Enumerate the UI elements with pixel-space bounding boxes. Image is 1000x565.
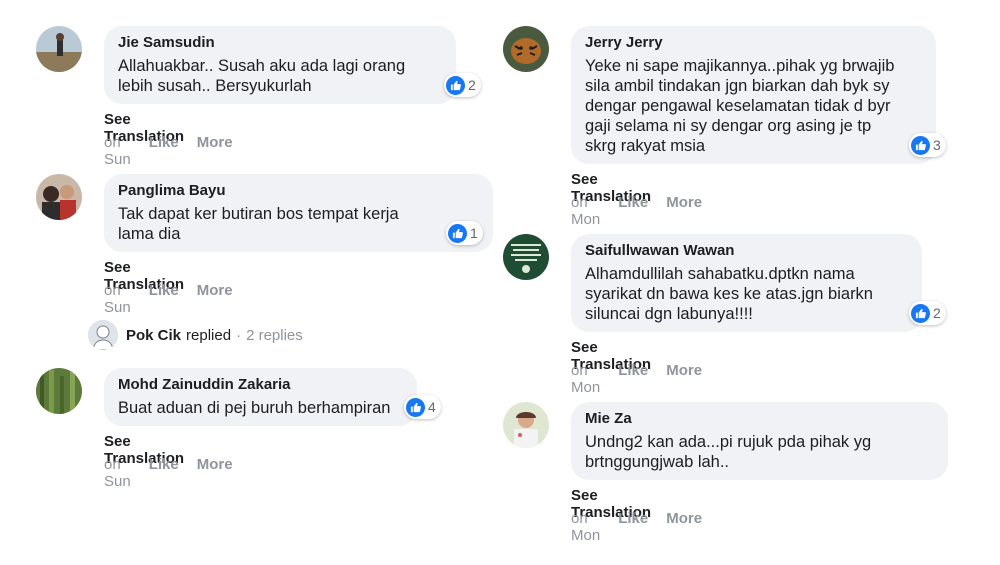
- comment-text: Yeke ni sape majikannya..pihak yg brwaji…: [585, 57, 895, 155]
- thumbs-up-icon: [448, 223, 467, 243]
- avatar[interactable]: [36, 368, 82, 414]
- comment-actions: on Sun Like More: [104, 282, 233, 316]
- avatar[interactable]: [503, 26, 549, 72]
- like-button[interactable]: Like: [149, 282, 179, 316]
- more-button[interactable]: More: [666, 510, 702, 544]
- thumbs-up-icon: [446, 75, 465, 95]
- like-button[interactable]: Like: [618, 362, 648, 396]
- comment-text: Alhamdullilah sahabatku.dptkn nama syari…: [585, 265, 873, 323]
- comment-timestamp[interactable]: on Sun: [104, 134, 131, 168]
- comment-actions: on Mon Like More: [571, 362, 702, 396]
- comment-bubble: Jie Samsudin Allahuakbar.. Susah aku ada…: [104, 26, 456, 104]
- comment-timestamp[interactable]: on Sun: [104, 456, 131, 490]
- reply-count: 2 replies: [246, 326, 303, 344]
- comment-text: Undng2 kan ada...pi rujuk pda pihak yg b…: [585, 433, 872, 471]
- reply-avatar: [88, 320, 118, 350]
- more-button[interactable]: More: [666, 362, 702, 396]
- like-reaction-count[interactable]: 1: [446, 221, 483, 245]
- view-replies-link[interactable]: Pok Cik replied · 2 replies: [88, 320, 303, 350]
- like-button[interactable]: Like: [618, 510, 648, 544]
- comment-author[interactable]: Saifullwawan Wawan: [585, 242, 908, 260]
- comment-author[interactable]: Mohd Zainuddin Zakaria: [118, 376, 403, 394]
- avatar[interactable]: [503, 402, 549, 448]
- like-button[interactable]: Like: [618, 194, 648, 228]
- reply-separator: ·: [236, 326, 242, 344]
- avatar[interactable]: [36, 26, 82, 72]
- like-count: 2: [468, 77, 476, 93]
- more-button[interactable]: More: [197, 134, 233, 168]
- comment-bubble: Mohd Zainuddin Zakaria Buat aduan di pej…: [104, 368, 417, 426]
- comment-timestamp[interactable]: on Mon: [571, 510, 600, 544]
- comment-timestamp[interactable]: on Sun: [104, 282, 131, 316]
- comment-actions: on Mon Like More: [571, 510, 702, 544]
- comment-author[interactable]: Mie Za: [585, 410, 934, 428]
- like-reaction-count[interactable]: 2: [444, 73, 481, 97]
- like-reaction-count[interactable]: 3: [909, 133, 946, 157]
- like-button[interactable]: Like: [149, 456, 179, 490]
- like-reaction-count[interactable]: 4: [404, 395, 441, 419]
- comment-author[interactable]: Jerry Jerry: [585, 34, 922, 52]
- comment-bubble: Mie Za Undng2 kan ada...pi rujuk pda pih…: [571, 402, 948, 480]
- like-button[interactable]: Like: [149, 134, 179, 168]
- comment-bubble: Jerry Jerry Yeke ni sape majikannya..pih…: [571, 26, 936, 164]
- comment-text: Tak dapat ker butiran bos tempat kerja l…: [118, 205, 399, 243]
- like-count: 2: [933, 305, 941, 321]
- comment-timestamp[interactable]: on Mon: [571, 194, 600, 228]
- like-count: 1: [470, 225, 478, 241]
- comment-text: Allahuakbar.. Susah aku ada lagi orang l…: [118, 57, 406, 95]
- comment-actions: on Sun Like More: [104, 134, 233, 168]
- comment-author[interactable]: Panglima Bayu: [118, 182, 479, 200]
- like-count: 3: [933, 137, 941, 153]
- more-button[interactable]: More: [197, 456, 233, 490]
- reply-verb: replied: [186, 326, 232, 344]
- avatar[interactable]: [503, 234, 549, 280]
- comment-timestamp[interactable]: on Mon: [571, 362, 600, 396]
- reply-author: Pok Cik: [126, 326, 182, 344]
- like-reaction-count[interactable]: 2: [909, 301, 946, 325]
- avatar[interactable]: [36, 174, 82, 220]
- thumbs-up-icon: [911, 135, 930, 155]
- comment-author[interactable]: Jie Samsudin: [118, 34, 442, 52]
- comment-bubble: Panglima Bayu Tak dapat ker butiran bos …: [104, 174, 493, 252]
- comment-actions: on Sun Like More: [104, 456, 233, 490]
- more-button[interactable]: More: [197, 282, 233, 316]
- like-count: 4: [428, 399, 436, 415]
- comment-bubble: Saifullwawan Wawan Alhamdullilah sahabat…: [571, 234, 922, 332]
- comment-actions: on Mon Like More: [571, 194, 702, 228]
- thumbs-up-icon: [911, 303, 930, 323]
- more-button[interactable]: More: [666, 194, 702, 228]
- comment-text: Buat aduan di pej buruh berhampiran: [118, 399, 391, 417]
- thumbs-up-icon: [406, 397, 425, 417]
